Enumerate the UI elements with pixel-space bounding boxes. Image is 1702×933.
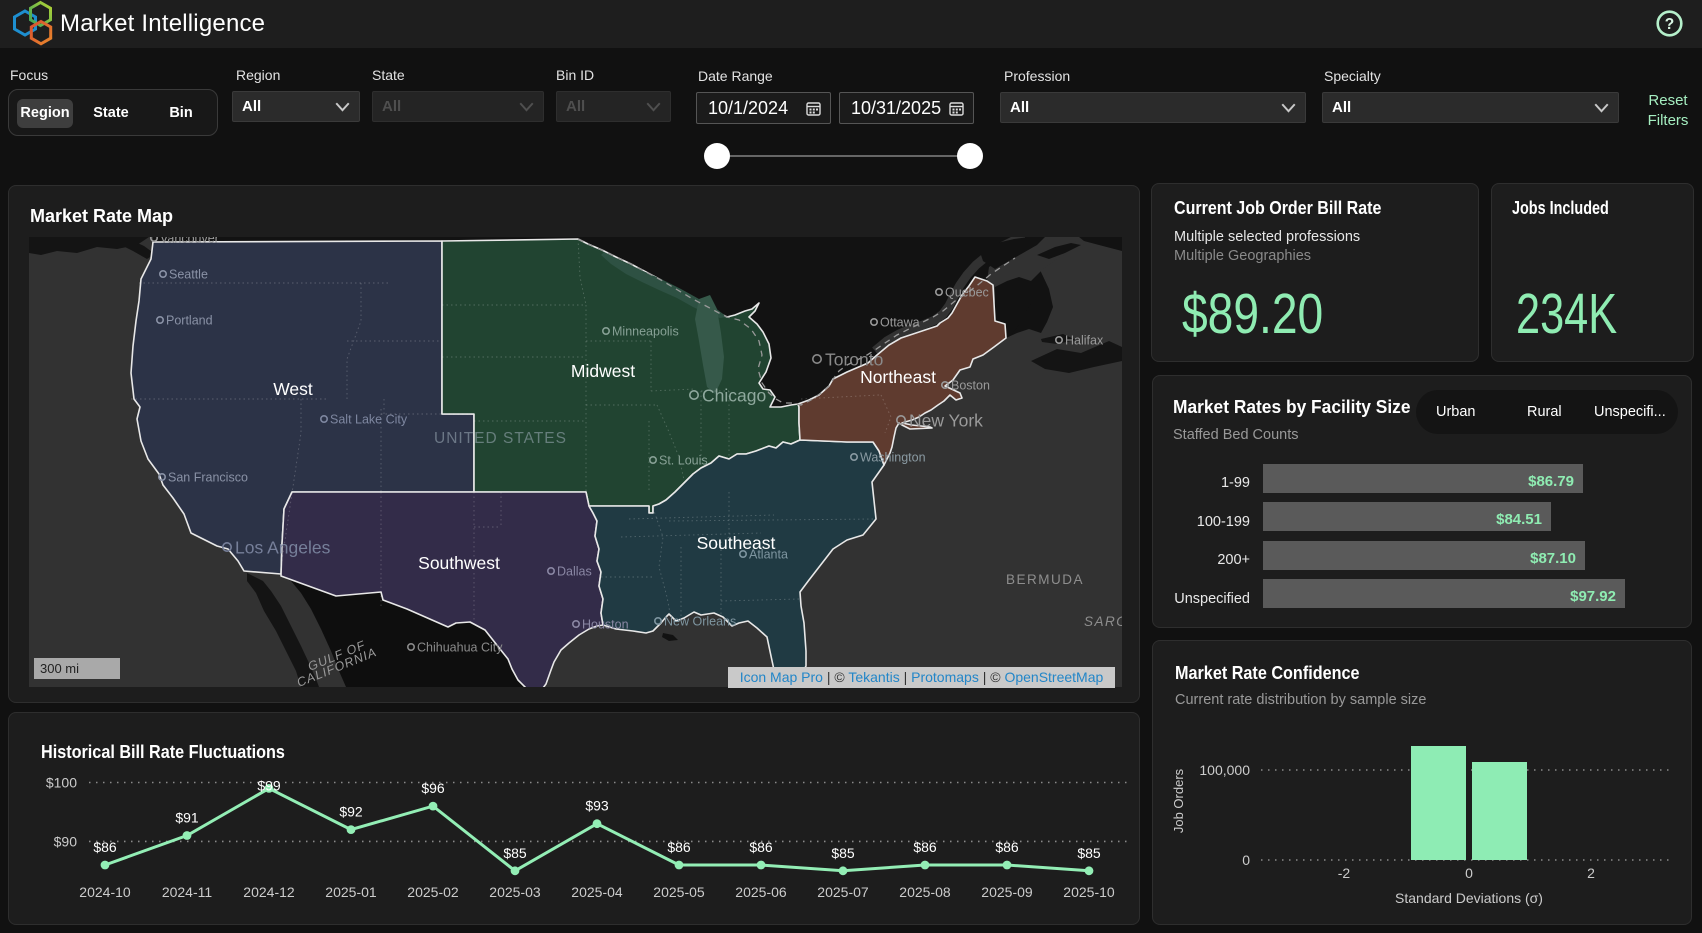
svg-text:2025-07: 2025-07: [817, 884, 869, 900]
svg-text:St. Louis: St. Louis: [659, 454, 708, 468]
svg-text:New Orleans: New Orleans: [664, 615, 736, 629]
svg-text:$86: $86: [667, 839, 691, 855]
svg-text:$84.51: $84.51: [1496, 511, 1542, 528]
svg-text:$86.79: $86.79: [1528, 473, 1574, 490]
svg-text:Vancouver: Vancouver: [160, 237, 219, 246]
svg-text:Los Angeles: Los Angeles: [235, 537, 331, 557]
svg-text:$97.92: $97.92: [1570, 588, 1616, 605]
svg-text:-2: -2: [1338, 865, 1351, 881]
svg-text:Midwest: Midwest: [571, 361, 635, 381]
svg-text:2025-08: 2025-08: [899, 884, 951, 900]
svg-text:1-99: 1-99: [1221, 475, 1250, 491]
svg-text:2: 2: [1587, 865, 1595, 881]
svg-text:UNITED STATES: UNITED STATES: [434, 430, 567, 447]
svg-text:2025-05: 2025-05: [653, 884, 705, 900]
svg-text:BERMUDA: BERMUDA: [1006, 572, 1084, 587]
svg-text:$86: $86: [995, 839, 1019, 855]
svg-text:$86: $86: [913, 839, 937, 855]
svg-text:Boston: Boston: [951, 379, 990, 393]
svg-text:2025-09: 2025-09: [981, 884, 1033, 900]
svg-text:$96: $96: [421, 780, 445, 796]
svg-text:Quebec: Quebec: [945, 286, 989, 300]
svg-text:West: West: [273, 379, 313, 399]
svg-text:$99: $99: [257, 777, 281, 793]
svg-text:2025-01: 2025-01: [325, 884, 377, 900]
svg-text:Dallas: Dallas: [557, 565, 592, 579]
svg-text:$92: $92: [339, 804, 363, 820]
svg-text:Chihuahua City: Chihuahua City: [417, 641, 503, 655]
svg-text:Portland: Portland: [166, 314, 213, 328]
svg-text:Washington: Washington: [860, 451, 926, 465]
svg-text:2025-02: 2025-02: [407, 884, 459, 900]
svg-text:2025-10: 2025-10: [1063, 884, 1115, 900]
svg-text:Chicago: Chicago: [702, 385, 766, 405]
svg-text:2024-11: 2024-11: [162, 884, 213, 900]
svg-text:Standard Deviations (σ): Standard Deviations (σ): [1395, 890, 1543, 906]
svg-text:San Francisco: San Francisco: [168, 471, 248, 485]
svg-text:100,000: 100,000: [1199, 762, 1250, 778]
svg-text:$86: $86: [749, 839, 773, 855]
svg-text:Unspecified: Unspecified: [1174, 591, 1250, 607]
svg-text:0: 0: [1465, 865, 1473, 881]
svg-text:$85: $85: [503, 845, 527, 861]
svg-text:Seattle: Seattle: [169, 268, 208, 282]
svg-text:Houston: Houston: [582, 618, 629, 632]
svg-text:Southeast: Southeast: [697, 533, 776, 553]
svg-text:2024-10: 2024-10: [79, 884, 131, 900]
svg-text:Halifax: Halifax: [1065, 334, 1104, 348]
svg-text:Job Orders: Job Orders: [1171, 768, 1186, 833]
svg-text:$86: $86: [93, 839, 117, 855]
svg-text:$93: $93: [585, 798, 609, 814]
svg-text:200+: 200+: [1217, 552, 1250, 568]
svg-text:2025-04: 2025-04: [571, 884, 623, 900]
svg-text:Salt Lake City: Salt Lake City: [330, 413, 408, 427]
svg-text:Minneapolis: Minneapolis: [612, 325, 679, 339]
svg-text:SARGASS: SARGASS: [1084, 614, 1122, 629]
svg-text:2025-03: 2025-03: [489, 884, 541, 900]
svg-text:Ottawa: Ottawa: [880, 316, 920, 330]
svg-text:Northeast: Northeast: [860, 367, 936, 387]
svg-text:$85: $85: [1077, 845, 1101, 861]
svg-text:2024-12: 2024-12: [243, 884, 295, 900]
svg-text:2025-06: 2025-06: [735, 884, 787, 900]
svg-text:$85: $85: [831, 845, 855, 861]
svg-text:$87.10: $87.10: [1530, 550, 1576, 567]
svg-text:Southwest: Southwest: [418, 553, 500, 573]
svg-text:$91: $91: [175, 810, 199, 826]
svg-text:$90: $90: [54, 833, 78, 849]
svg-text:$100: $100: [46, 775, 77, 791]
svg-text:100-199: 100-199: [1197, 514, 1250, 530]
svg-text:?: ?: [1665, 16, 1674, 33]
svg-text:New York: New York: [909, 410, 983, 430]
svg-text:0: 0: [1242, 852, 1250, 868]
